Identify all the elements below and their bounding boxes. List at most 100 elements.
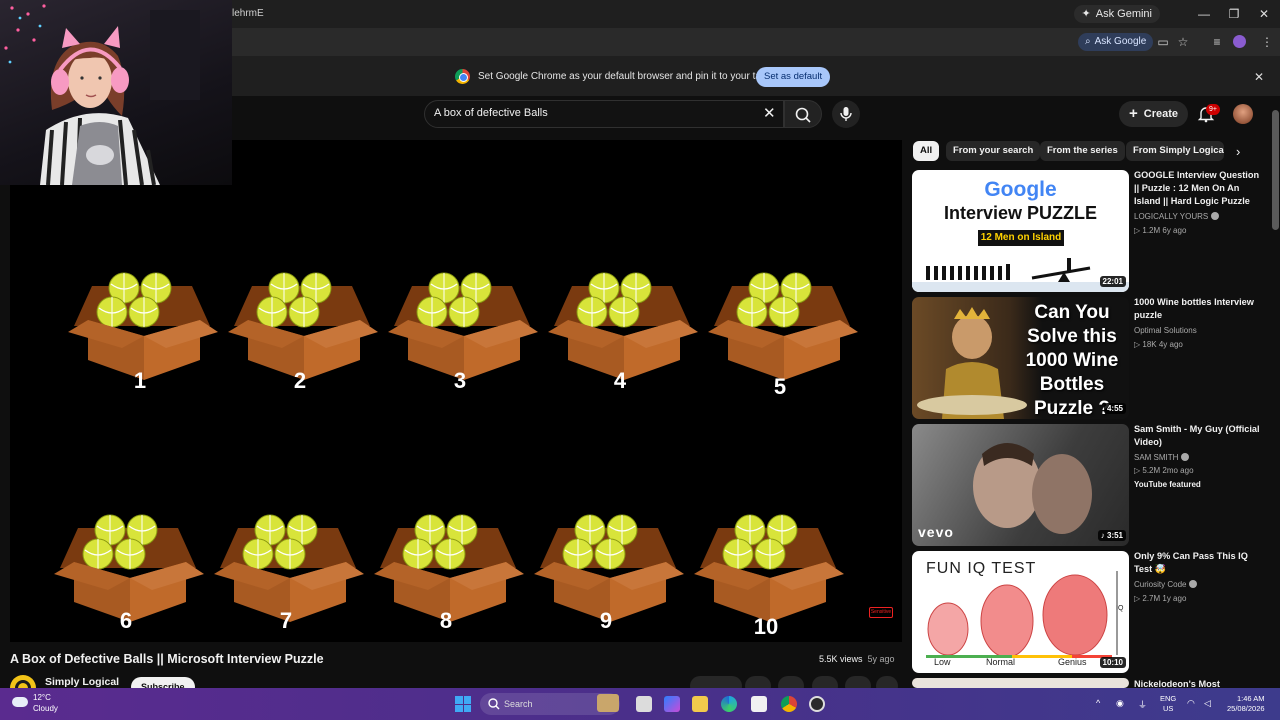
weather-description[interactable]: Cloudy bbox=[33, 704, 58, 713]
recommendation-meta-3: ▷ 5.2M 2mo ago bbox=[1134, 466, 1194, 475]
views-text: 5.5K views bbox=[819, 654, 863, 664]
box-number-9: 9 bbox=[600, 608, 612, 633]
recommendation-thumbnail-4[interactable]: FUN IQ TEST Low Normal Genius IQ 10:10 bbox=[912, 551, 1129, 673]
view-count: 5.5K views 5y ago bbox=[819, 654, 895, 664]
ask-gemini-button[interactable]: ✦ Ask Gemini bbox=[1073, 5, 1160, 23]
tray-mic-icon[interactable]: ⏚ bbox=[1138, 698, 1147, 711]
thumb-wine-text: Can You Solve this 1000 Wine Bottles Puz… bbox=[1025, 302, 1119, 419]
create-label: Create bbox=[1143, 108, 1179, 120]
thumb-label-genius: Genius bbox=[1058, 657, 1087, 667]
box-number-1: 1 bbox=[134, 368, 146, 393]
verified-check-icon bbox=[1181, 453, 1190, 461]
recommendation-title-3[interactable]: Sam Smith - My Guy (Official Video) bbox=[1134, 423, 1264, 449]
edge-icon[interactable] bbox=[721, 696, 737, 712]
infobar-message: Set Google Chrome as your default browse… bbox=[478, 71, 786, 82]
box-number-5: 5 bbox=[774, 374, 786, 399]
video-player[interactable]: 1 2 3 4 5 6 7 8 9 10 bbox=[10, 140, 902, 642]
chip-from-the-series[interactable]: From the series bbox=[1040, 141, 1125, 161]
profile-avatar-icon[interactable] bbox=[1233, 35, 1246, 48]
ball-box-10: 10 bbox=[694, 514, 844, 639]
infobar-close-icon[interactable]: ✕ bbox=[1254, 70, 1264, 84]
webcam-overlay bbox=[0, 0, 232, 185]
box-number-6: 6 bbox=[120, 608, 132, 633]
cast-icon[interactable]: ▭ bbox=[1155, 34, 1171, 50]
thumb-label-low: Low bbox=[934, 657, 951, 667]
ask-gemini-label: Ask Gemini bbox=[1095, 8, 1152, 20]
wifi-icon[interactable]: ◠ bbox=[1187, 698, 1195, 709]
ball-box-3: 3 bbox=[388, 272, 538, 393]
create-button[interactable]: + Create bbox=[1119, 101, 1189, 127]
microphone-icon bbox=[840, 107, 852, 121]
reading-list-icon[interactable]: ≡ bbox=[1209, 34, 1225, 50]
vevo-logo: vevo bbox=[918, 524, 954, 540]
task-view-icon[interactable] bbox=[636, 696, 652, 712]
copilot-icon[interactable] bbox=[664, 696, 680, 712]
channel-name[interactable]: Simply Logical bbox=[45, 676, 119, 688]
set-as-default-button[interactable]: Set as default bbox=[756, 67, 831, 87]
recommendation-thumbnail-5[interactable] bbox=[912, 678, 1129, 688]
box-number-10: 10 bbox=[754, 614, 778, 639]
search-icon bbox=[795, 107, 811, 123]
clock-date[interactable]: 25/08/2026 bbox=[1227, 704, 1265, 713]
recommendation-channel-3[interactable]: SAM SMITH bbox=[1134, 453, 1190, 462]
tray-chevron-icon[interactable]: ^ bbox=[1096, 698, 1100, 708]
recommendation-channel-4[interactable]: Curiosity Code bbox=[1134, 580, 1198, 589]
kebab-menu-icon[interactable]: ⋮ bbox=[1259, 34, 1275, 50]
box-number-7: 7 bbox=[280, 608, 292, 633]
ask-google-button[interactable]: ⌕ Ask Google bbox=[1078, 33, 1154, 51]
thumb-brains bbox=[926, 571, 1118, 658]
store-icon[interactable] bbox=[751, 696, 767, 712]
volume-icon[interactable]: ◁ bbox=[1204, 698, 1211, 709]
maximize-icon[interactable]: ❐ bbox=[1226, 6, 1242, 22]
account-avatar[interactable] bbox=[1233, 104, 1253, 124]
search-query-text: A box of defective Balls bbox=[434, 107, 548, 119]
recommendation-thumbnail-3[interactable]: vevo ♪ 3:51 bbox=[912, 424, 1129, 546]
recommendation-channel-2[interactable]: Optimal Solutions bbox=[1134, 326, 1197, 335]
cloud-weather-icon bbox=[12, 697, 28, 707]
region-indicator[interactable]: US bbox=[1163, 704, 1173, 713]
minimize-icon[interactable]: — bbox=[1196, 6, 1212, 22]
recommendation-title-2[interactable]: 1000 Wine bottles Interview puzzle bbox=[1134, 296, 1264, 322]
scrollbar-thumb[interactable] bbox=[1272, 110, 1279, 230]
recommendation-title-1[interactable]: GOOGLE Interview Question || Puzzle : 12… bbox=[1134, 169, 1264, 208]
recommendation-channel-1[interactable]: LOGICALLY YOURS bbox=[1134, 212, 1220, 221]
weather-temperature[interactable]: 12°C bbox=[33, 693, 51, 702]
omnibox-url[interactable]: lehrmE bbox=[232, 8, 264, 19]
bookmark-star-icon[interactable]: ☆ bbox=[1175, 34, 1191, 50]
taskbar-search-label: Search bbox=[504, 699, 533, 709]
chip-from-simply-logical[interactable]: From Simply Logical bbox=[1126, 141, 1224, 161]
recommendation-thumbnail-2[interactable]: Can You Solve this 1000 Wine Bottles Puz… bbox=[912, 297, 1129, 419]
voice-search-button[interactable] bbox=[832, 100, 860, 128]
clock-time[interactable]: 1:46 AM bbox=[1237, 694, 1265, 703]
recommendation-title-5[interactable]: Nickelodeon's Most bbox=[1134, 678, 1264, 688]
thumb-iq-axis: IQ bbox=[1116, 605, 1124, 612]
box-number-2: 2 bbox=[294, 368, 306, 393]
chrome-taskbar-icon[interactable] bbox=[781, 696, 797, 712]
file-explorer-icon[interactable] bbox=[692, 696, 708, 712]
box-number-8: 8 bbox=[440, 608, 452, 633]
thumb-island-figures bbox=[912, 258, 1129, 292]
search-icon bbox=[488, 698, 500, 710]
windows-start-icon[interactable] bbox=[455, 696, 471, 712]
obs-icon[interactable] bbox=[809, 696, 825, 712]
ask-google-label: Ask Google bbox=[1094, 36, 1147, 47]
youtube-featured-badge: YouTube featured bbox=[1134, 480, 1201, 489]
recommendation-title-4[interactable]: Only 9% Can Pass This IQ Test 🤯 bbox=[1134, 550, 1264, 576]
tray-app-icon[interactable]: ◉ bbox=[1116, 698, 1124, 709]
recommendation-meta-2: ▷ 18K 4y ago bbox=[1134, 340, 1183, 349]
search-button[interactable] bbox=[784, 100, 822, 128]
ball-box-8: 8 bbox=[374, 514, 524, 633]
ball-box-9: 9 bbox=[534, 514, 684, 633]
video-frame-boxes: 1 2 3 4 5 6 7 8 9 10 bbox=[54, 272, 858, 639]
chip-all[interactable]: All bbox=[913, 141, 940, 161]
clear-search-icon[interactable]: ✕ bbox=[763, 104, 776, 122]
close-window-icon[interactable]: ✕ bbox=[1256, 6, 1272, 22]
ball-box-1: 1 bbox=[68, 272, 218, 393]
channel-name-text: LOGICALLY YOURS bbox=[1134, 212, 1209, 221]
recommendation-thumbnail-1[interactable]: Google Interview PUZZLE 12 Men on Island… bbox=[912, 170, 1129, 292]
channel-name-text: SAM SMITH bbox=[1134, 453, 1179, 462]
chevron-right-icon[interactable]: › bbox=[1236, 144, 1240, 159]
language-indicator[interactable]: ENG bbox=[1160, 694, 1176, 703]
search-highlight-icon bbox=[597, 694, 619, 712]
chip-from-your-search[interactable]: From your search bbox=[946, 141, 1041, 161]
